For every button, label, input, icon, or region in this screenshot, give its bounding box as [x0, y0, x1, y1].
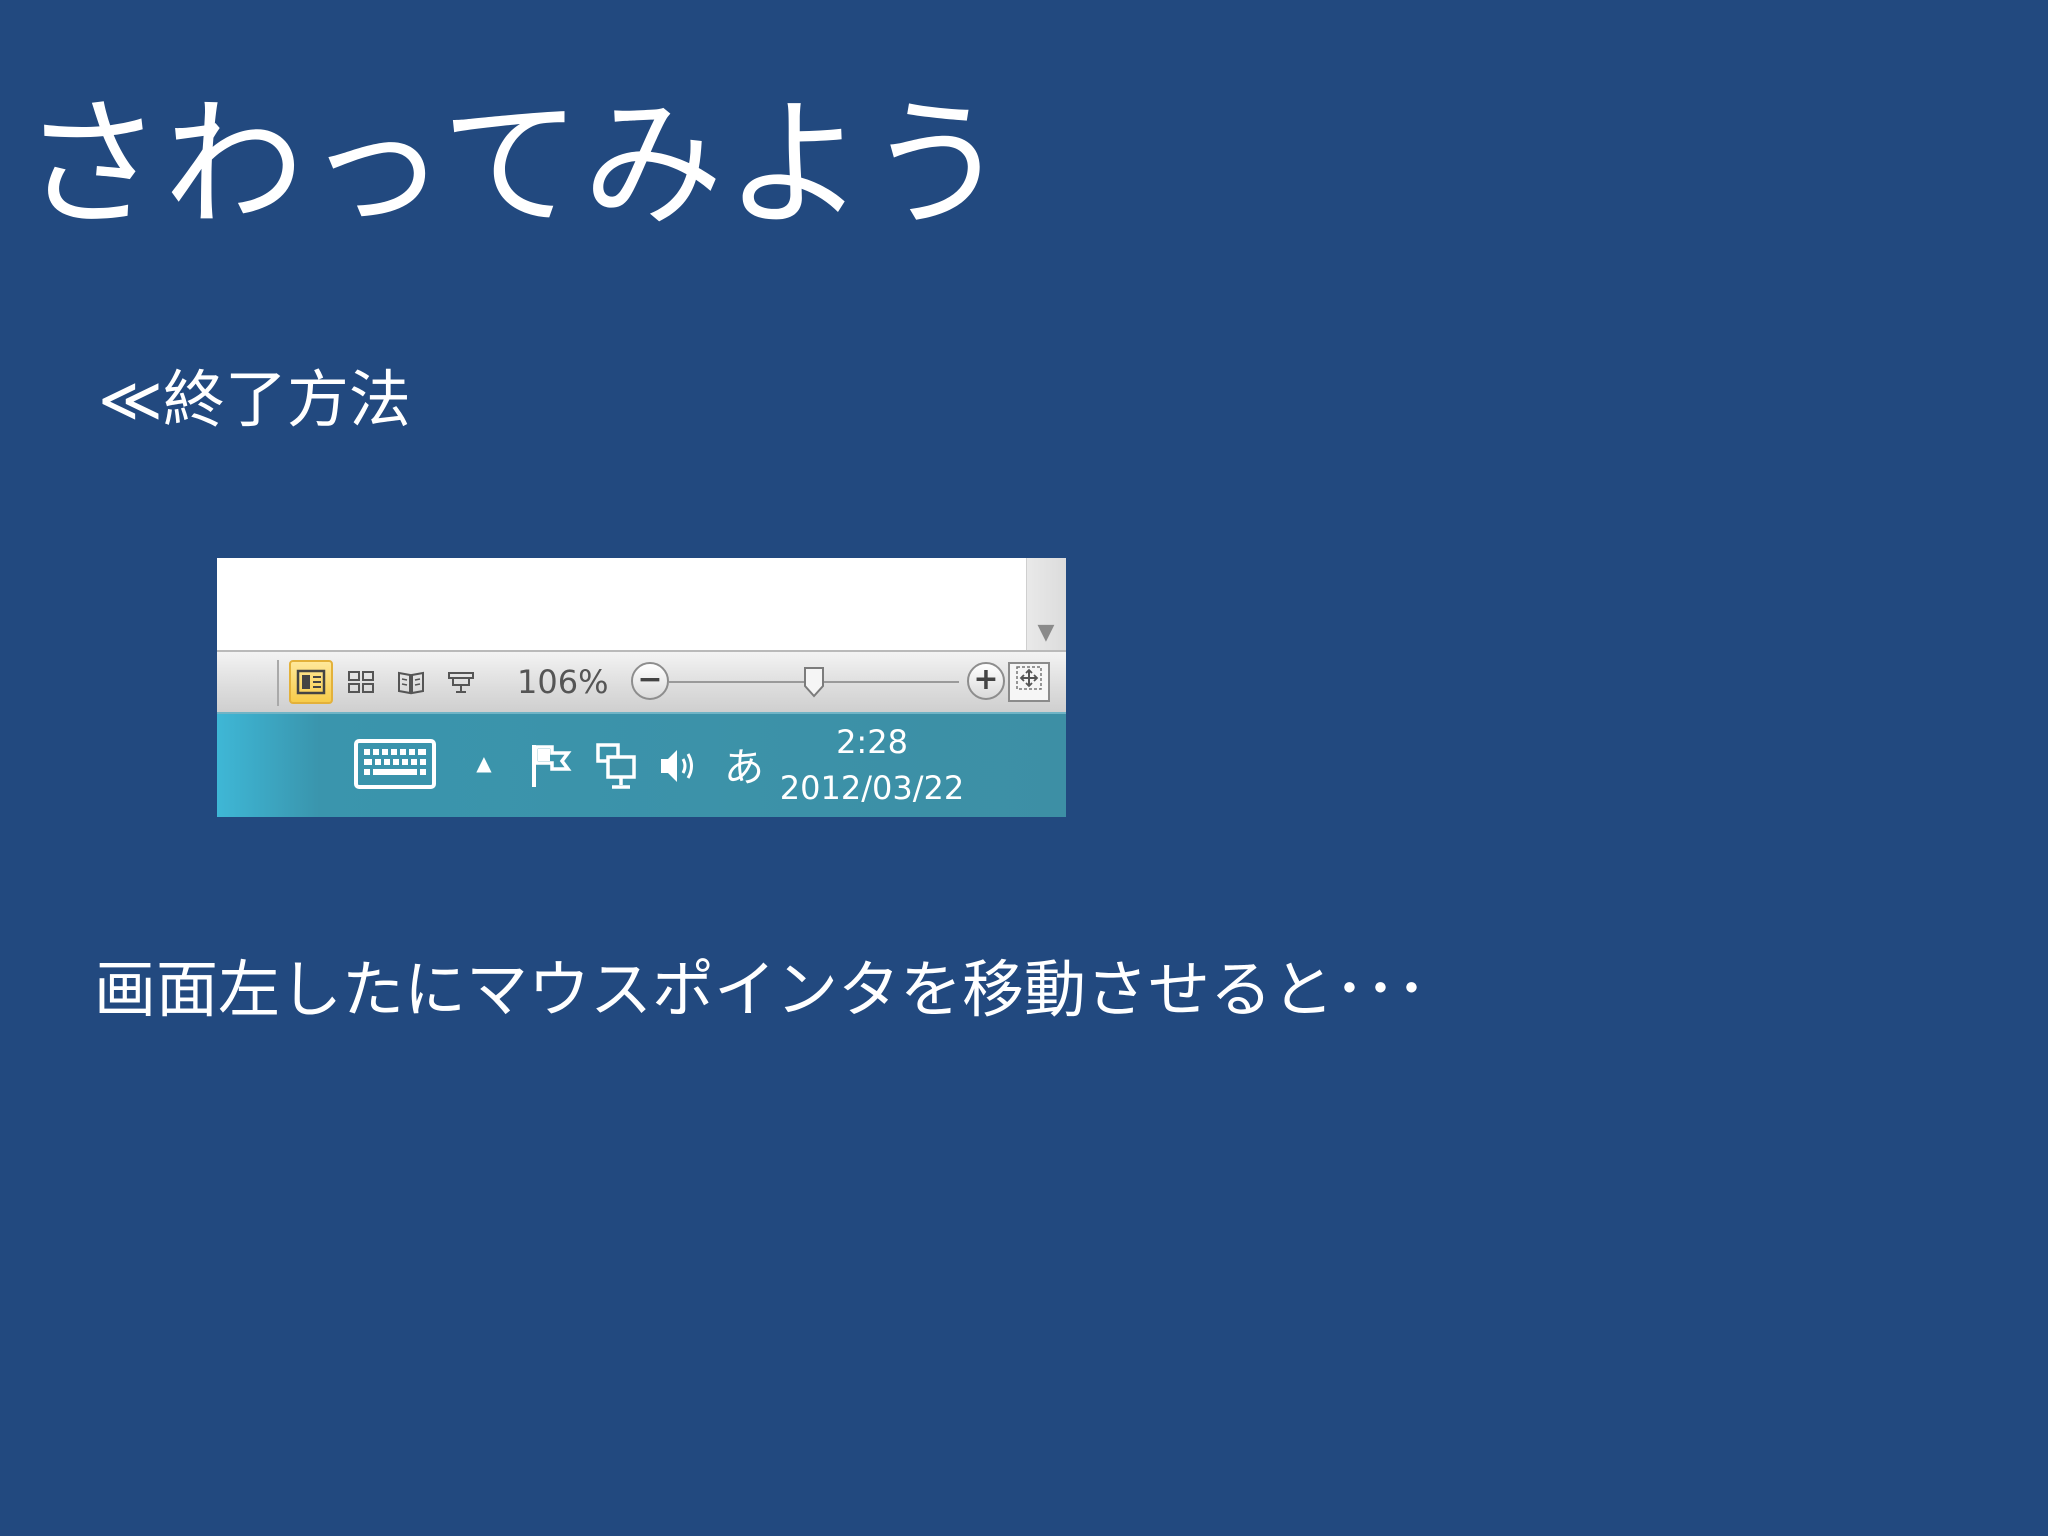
network-button[interactable]: [593, 740, 639, 792]
network-icon: [596, 743, 636, 789]
outline-view-icon: [448, 672, 474, 693]
zoom-out-icon: −: [637, 662, 663, 697]
volume-icon: [661, 750, 693, 782]
ime-mode-label: あ: [724, 745, 764, 791]
action-center-flag-icon: [532, 745, 572, 787]
zoom-in-button[interactable]: +: [967, 662, 1005, 700]
status-bar-separator: [277, 660, 279, 706]
print-layout-view-button[interactable]: [289, 660, 333, 704]
clock-time[interactable]: 2:28: [772, 722, 972, 762]
section-heading: ≪終了方法: [98, 363, 411, 436]
full-screen-reading-view-button[interactable]: [339, 660, 383, 704]
fit-window-icon: [1016, 666, 1042, 690]
document-area[interactable]: [217, 558, 1026, 650]
status-bar: 106% − +: [217, 650, 1066, 712]
print-layout-view-icon: [296, 669, 326, 695]
ime-mode-indicator[interactable]: あ: [721, 738, 767, 791]
fit-window-button[interactable]: [1008, 662, 1050, 702]
slide-caption: 画面左したにマウスポインタを移動させると･･･: [94, 953, 1428, 1026]
full-screen-reading-view-icon: [348, 671, 374, 693]
slide-title: さわってみよう: [22, 84, 1010, 247]
web-layout-view-button[interactable]: [389, 660, 433, 704]
screenshot-panel: ▼ 106% − + ▲ あ 2:28 2012/03/22: [217, 558, 1066, 817]
zoom-level[interactable]: 106%: [517, 662, 608, 702]
zoom-in-icon: +: [973, 662, 999, 697]
outline-view-button[interactable]: [439, 660, 483, 704]
on-screen-keyboard-icon: [354, 739, 436, 789]
show-hidden-icons-button[interactable]: ▲: [469, 748, 499, 778]
zoom-out-button[interactable]: −: [631, 662, 669, 700]
action-center-button[interactable]: [527, 740, 575, 790]
scroll-down-arrow-icon[interactable]: ▼: [1026, 616, 1066, 650]
clock-date[interactable]: 2012/03/22: [772, 768, 972, 808]
zoom-slider-thumb[interactable]: [803, 666, 825, 698]
web-layout-view-icon: [398, 671, 424, 695]
volume-button[interactable]: [657, 744, 701, 788]
on-screen-keyboard-button[interactable]: [353, 738, 437, 790]
show-hidden-icons-icon: ▲: [476, 751, 492, 775]
windows-taskbar: ▲ あ 2:28 2012/03/22: [217, 712, 1066, 817]
